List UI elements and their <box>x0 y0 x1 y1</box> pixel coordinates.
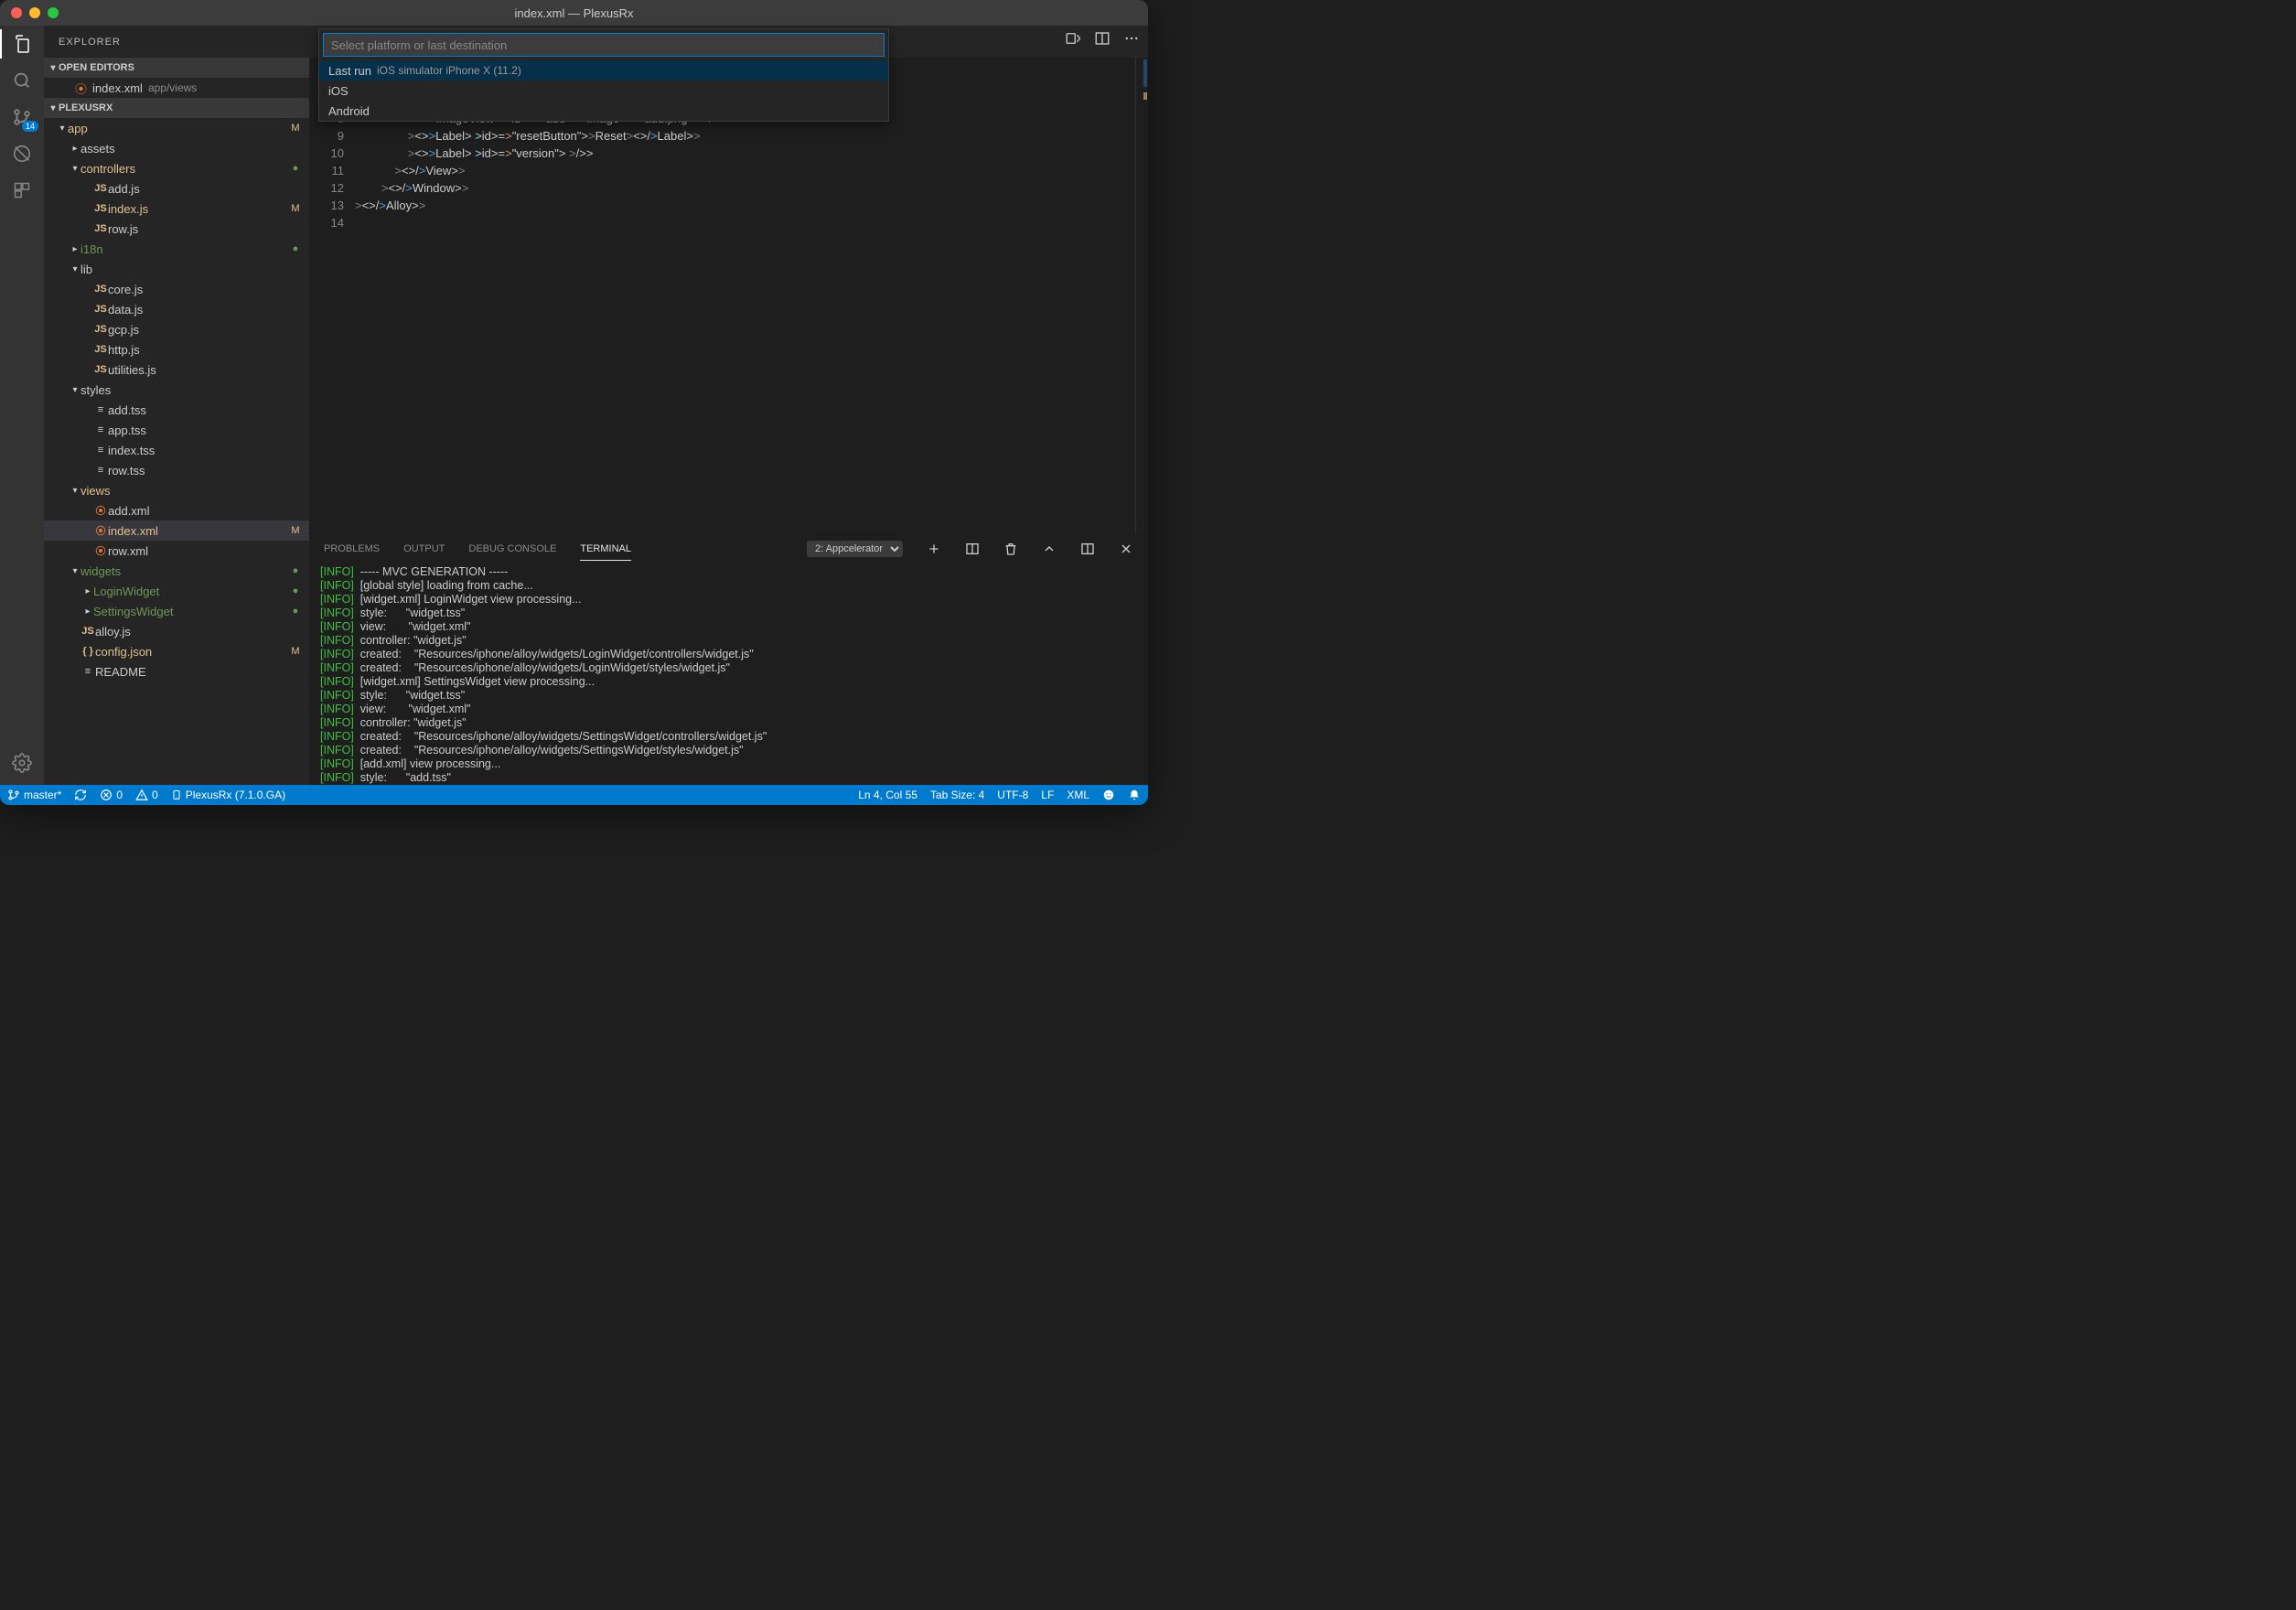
new-terminal-icon[interactable] <box>927 542 941 556</box>
folder-SettingsWidget[interactable]: ▸SettingsWidget● <box>44 601 309 621</box>
warnings-status[interactable]: 0 <box>135 789 158 801</box>
encoding-status[interactable]: UTF-8 <box>997 789 1028 801</box>
quick-pick: Last runiOS simulator iPhone X (11.2)iOS… <box>318 28 889 122</box>
errors-status[interactable]: 0 <box>100 789 123 801</box>
sidebar-title: EXPLORER <box>44 26 309 58</box>
quick-pick-item[interactable]: Last runiOS simulator iPhone X (11.2) <box>319 60 888 80</box>
titlebar: index.xml — PlexusRx <box>0 0 1148 26</box>
file-http.js[interactable]: JShttp.js <box>44 339 309 360</box>
close-panel-icon[interactable] <box>1119 542 1133 556</box>
file-index.js[interactable]: JSindex.jsM <box>44 199 309 219</box>
file-row.xml[interactable]: ⦿row.xml <box>44 541 309 561</box>
folder-assets[interactable]: ▸assets <box>44 138 309 158</box>
tab-terminal[interactable]: TERMINAL <box>580 538 631 561</box>
extensions-icon[interactable] <box>11 179 33 201</box>
scm-badge: 14 <box>22 121 38 132</box>
file-index.tss[interactable]: ≡index.tss <box>44 440 309 460</box>
tab-size-status[interactable]: Tab Size: 4 <box>930 789 984 801</box>
file-config.json[interactable]: { }config.jsonM <box>44 641 309 661</box>
file-alloy.js[interactable]: JSalloy.js <box>44 621 309 641</box>
open-editors-header[interactable]: ▾OPEN EDITORS <box>44 58 309 78</box>
chevron-up-icon[interactable] <box>1042 542 1057 556</box>
open-editor-item[interactable]: ⦿ index.xml app/views <box>44 78 309 98</box>
eol-status[interactable]: LF <box>1041 789 1054 801</box>
window-maximize-button[interactable] <box>48 7 59 18</box>
folder-i18n[interactable]: ▸i18n● <box>44 239 309 259</box>
tab-problems[interactable]: PROBLEMS <box>324 538 380 560</box>
file-add.xml[interactable]: ⦿add.xml <box>44 500 309 521</box>
file-add.js[interactable]: JSadd.js <box>44 178 309 199</box>
panel: PROBLEMS OUTPUT DEBUG CONSOLE TERMINAL 2… <box>309 533 1148 785</box>
editor-title-actions <box>1064 29 1141 48</box>
notifications-icon[interactable] <box>1128 789 1141 801</box>
tab-debug-console[interactable]: DEBUG CONSOLE <box>468 538 556 560</box>
window-minimize-button[interactable] <box>29 7 40 18</box>
sync-status[interactable] <box>74 789 87 801</box>
language-status[interactable]: XML <box>1067 789 1089 801</box>
quick-pick-input[interactable] <box>323 33 885 57</box>
editor-group: 567891011121314 ><>/>View>> ><>>TableVie… <box>309 26 1148 785</box>
explorer-icon[interactable] <box>11 33 33 55</box>
folder-styles[interactable]: ▾styles <box>44 380 309 400</box>
more-actions-icon[interactable] <box>1122 29 1141 48</box>
git-branch-status[interactable]: master* <box>7 789 61 801</box>
editor[interactable]: 567891011121314 ><>/>View>> ><>>TableVie… <box>309 58 1148 533</box>
quick-pick-item[interactable]: Android <box>319 101 888 121</box>
folder-widgets[interactable]: ▾widgets● <box>44 561 309 581</box>
folder-app[interactable]: ▾appM <box>44 118 309 138</box>
terminal-selector[interactable]: 2: Appcelerator <box>807 541 903 557</box>
window-title: index.xml — PlexusRx <box>0 6 1148 20</box>
settings-gear-icon[interactable] <box>11 752 33 774</box>
kill-terminal-icon[interactable] <box>1003 542 1018 556</box>
cursor-position-status[interactable]: Ln 4, Col 55 <box>858 789 917 801</box>
folder-views[interactable]: ▾views <box>44 480 309 500</box>
file-add.tss[interactable]: ≡add.tss <box>44 400 309 420</box>
folder-LoginWidget[interactable]: ▸LoginWidget● <box>44 581 309 601</box>
source-control-icon[interactable]: 14 <box>11 106 33 128</box>
quick-pick-item[interactable]: iOS <box>319 80 888 101</box>
file-core.js[interactable]: JScore.js <box>44 279 309 299</box>
split-editor-icon[interactable] <box>1093 29 1111 48</box>
minimap[interactable] <box>1135 58 1148 533</box>
folder-controllers[interactable]: ▾controllers● <box>44 158 309 178</box>
sidebar: EXPLORER ▾OPEN EDITORS ⦿ index.xml app/v… <box>44 26 309 785</box>
maximize-panel-icon[interactable] <box>1080 542 1095 556</box>
file-app.tss[interactable]: ≡app.tss <box>44 420 309 440</box>
file-gcp.js[interactable]: JSgcp.js <box>44 319 309 339</box>
file-row.js[interactable]: JSrow.js <box>44 219 309 239</box>
split-terminal-icon[interactable] <box>965 542 980 556</box>
device-status[interactable]: PlexusRx (7.1.0.GA) <box>171 789 285 801</box>
file-row.tss[interactable]: ≡row.tss <box>44 460 309 480</box>
activity-bar: 14 <box>0 26 44 785</box>
run-icon[interactable] <box>1064 29 1082 48</box>
status-bar: master* 0 0 PlexusRx (7.1.0.GA) Ln 4, Co… <box>0 785 1148 805</box>
window-close-button[interactable] <box>11 7 22 18</box>
terminal-output[interactable]: [INFO] ----- MVC GENERATION -----[INFO] … <box>309 564 1148 785</box>
feedback-icon[interactable] <box>1102 789 1115 801</box>
file-index.xml[interactable]: ⦿index.xmlM <box>44 521 309 541</box>
file-data.js[interactable]: JSdata.js <box>44 299 309 319</box>
file-README[interactable]: ≡README <box>44 661 309 682</box>
file-utilities.js[interactable]: JSutilities.js <box>44 360 309 380</box>
project-header[interactable]: ▾PLEXUSRX <box>44 98 309 118</box>
tab-output[interactable]: OUTPUT <box>403 538 445 560</box>
xml-file-icon: ⦿ <box>75 80 87 97</box>
debug-icon[interactable] <box>11 143 33 165</box>
folder-lib[interactable]: ▾lib <box>44 259 309 279</box>
search-icon[interactable] <box>11 70 33 91</box>
